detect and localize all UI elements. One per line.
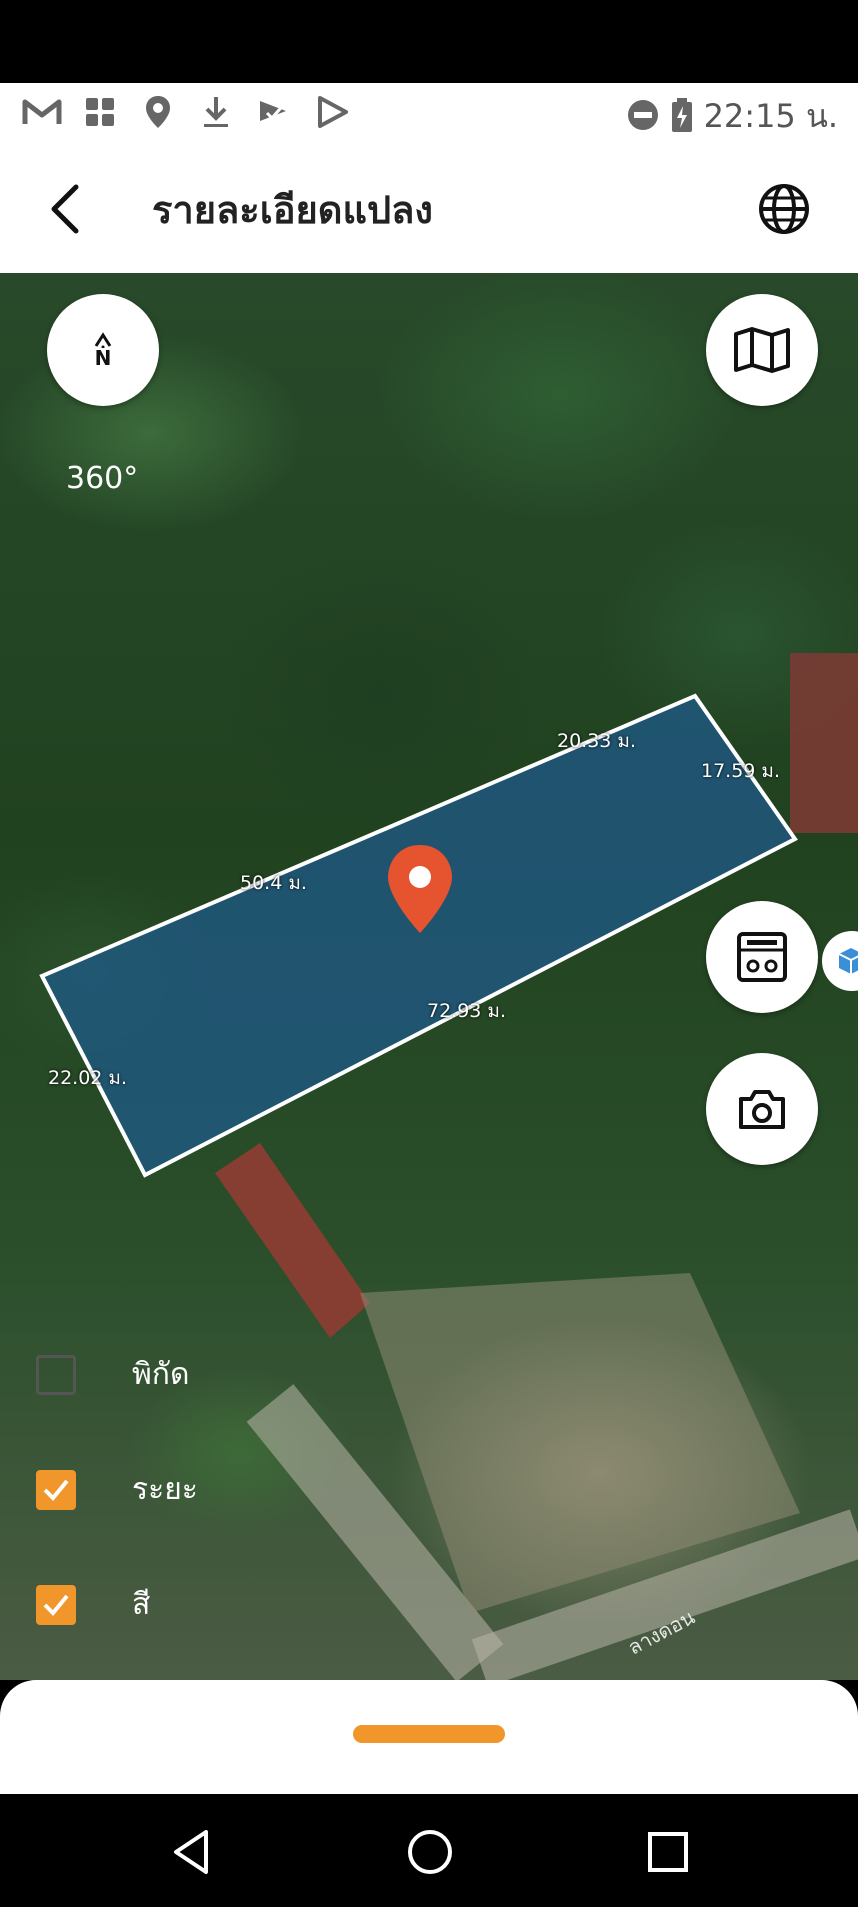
building-roof — [790, 653, 858, 833]
satellite-map[interactable]: N 360° 20.33 ม. 17.59 ม. 50.4 ม. 72.93 ม… — [0, 273, 858, 1680]
status-icons-right: 22:15 น. — [626, 91, 838, 142]
layer-toggle-coordinates[interactable]: พิกัด — [36, 1351, 189, 1398]
layer-label: สี — [132, 1587, 151, 1622]
layer-label: ระยะ — [132, 1472, 198, 1507]
dimension-label-right: 17.59 ม. — [701, 760, 780, 782]
color-checkbox[interactable] — [36, 1584, 76, 1625]
bottom-sheet[interactable] — [0, 1680, 858, 1794]
distance-checkbox[interactable] — [36, 1469, 76, 1510]
compass-north-label: N — [94, 346, 112, 370]
map-layers-button[interactable] — [706, 294, 818, 406]
layer-label: พิกัด — [132, 1357, 190, 1392]
coordinates-checkbox[interactable] — [36, 1354, 76, 1395]
check-flag-icon — [254, 93, 294, 131]
status-time: 22:15 น. — [703, 97, 838, 135]
play-store-icon — [312, 93, 352, 131]
heading-readout: 360° — [66, 461, 139, 496]
map-layers-icon — [734, 327, 790, 373]
calculator-icon — [737, 932, 787, 982]
arrow-back-icon[interactable] — [42, 181, 92, 237]
status-bar: 22:15 น. — [0, 83, 858, 143]
gmail-icon — [22, 93, 62, 131]
compass-button[interactable]: N — [47, 294, 159, 406]
bottom-sheet-handle[interactable] — [353, 1725, 505, 1743]
layer-toggle-color[interactable]: สี — [36, 1581, 150, 1628]
check-icon — [43, 1479, 69, 1501]
layer-toggle-distance[interactable]: ระยะ — [36, 1466, 198, 1513]
building-roof — [215, 1143, 370, 1338]
camera-button[interactable] — [706, 1053, 818, 1165]
3d-cube-icon — [838, 948, 858, 974]
dimension-label-bottom: 72.93 ม. — [427, 1000, 506, 1022]
status-icons-left — [22, 93, 352, 131]
parcel-polygon[interactable] — [39, 693, 798, 1178]
nav-recents-icon[interactable] — [640, 1824, 696, 1880]
location-pin-icon — [138, 93, 178, 131]
check-icon — [43, 1594, 69, 1616]
app-bar: รายละเอียดแปลง — [0, 143, 858, 273]
dimension-label-top: 20.33 ม. — [557, 730, 636, 752]
globe-icon[interactable] — [756, 181, 812, 237]
dimension-label-left-upper: 50.4 ม. — [240, 872, 307, 894]
page-title: รายละเอียดแปลง — [152, 188, 433, 232]
nav-home-icon[interactable] — [402, 1824, 458, 1880]
dimension-label-left: 22.02 ม. — [48, 1067, 127, 1089]
download-icon — [196, 93, 236, 131]
calculator-button[interactable] — [706, 901, 818, 1013]
nav-back-icon[interactable] — [164, 1824, 220, 1880]
system-nav-bar — [0, 1794, 858, 1907]
sim-card-icon — [80, 93, 120, 131]
battery-charging-icon — [670, 97, 694, 137]
do-not-disturb-icon — [626, 98, 660, 136]
top-black-bar — [0, 0, 858, 83]
camera-icon — [739, 1090, 785, 1129]
